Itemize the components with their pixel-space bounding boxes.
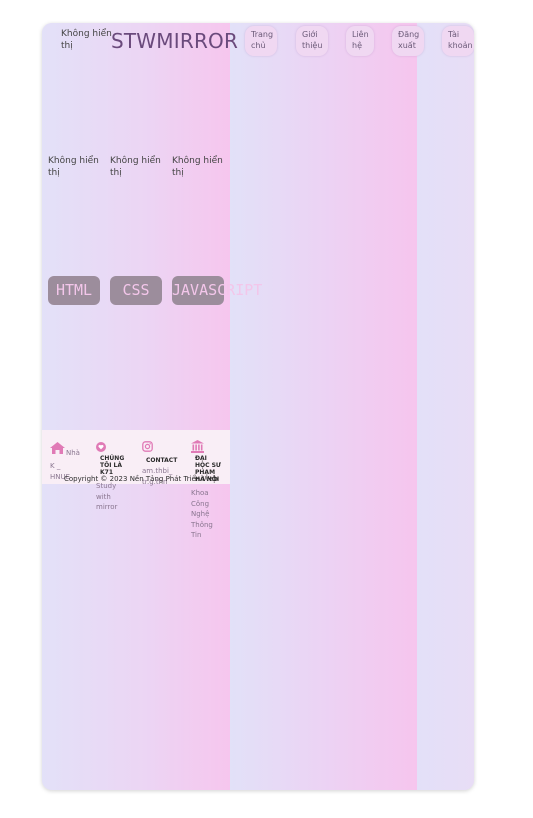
brand-title[interactable]: STWMIRROR (111, 29, 238, 53)
javascript-button[interactable]: JAVASCRIPT (172, 276, 262, 305)
nav-home-label: Trang chủ (251, 30, 274, 50)
nav-account-label: Tài khoản (448, 30, 473, 50)
instagram-icon[interactable] (142, 441, 153, 454)
gallery-image: Không hiển thị (48, 156, 99, 178)
nav-about-label: Giới thiệu (302, 30, 323, 50)
app-window: Không hiển thị STWMIRROR Trang chủ Giới … (42, 23, 474, 790)
footer-about-title: CHÚNG TÔI LÀ K71 (100, 455, 125, 476)
home-icon (50, 442, 65, 456)
university-icon (191, 440, 204, 455)
footer-home-title: Nhà (66, 449, 80, 457)
footer-contact-title: CONTACT (146, 457, 178, 464)
html-button[interactable]: HTML (48, 276, 100, 305)
nav-home[interactable]: Trang chủ (245, 26, 277, 56)
nav-logout[interactable]: Đăng xuất (392, 26, 424, 56)
gallery-image: Không hiển thị (110, 156, 161, 178)
nav-account[interactable]: Tài khoản (442, 26, 474, 56)
copyright: Copyright © 2023 Nền Tảng Phát Triển Web (64, 475, 218, 483)
gallery-image: Không hiển thị (172, 156, 223, 178)
logo-image: Không hiển thị (61, 29, 112, 51)
nav-about[interactable]: Giới thiệu (296, 26, 328, 56)
left-column (42, 23, 230, 790)
footer-about-text: Study with mirror (96, 482, 118, 511)
middle-column (230, 23, 417, 790)
nav-contact[interactable]: Liên hệ (346, 26, 374, 56)
nav-contact-label: Liên hệ (352, 30, 369, 50)
right-column (417, 23, 474, 790)
footer-school-text: Khoa Công Nghệ Thông Tin (191, 489, 213, 539)
css-button[interactable]: CSS (110, 276, 162, 305)
nav-logout-label: Đăng xuất (398, 30, 420, 50)
heart-icon (96, 442, 106, 454)
